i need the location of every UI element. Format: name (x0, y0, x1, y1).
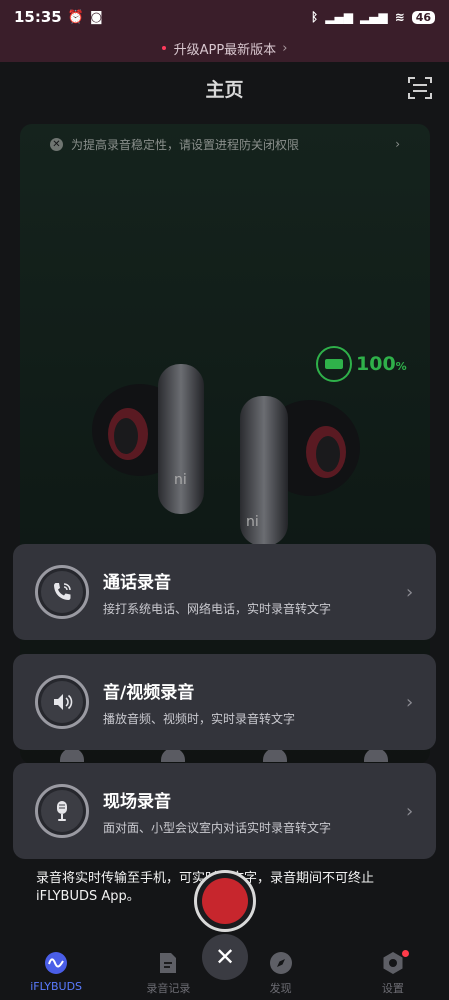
card-description: 面对面、小型会议室内对话实时录音转文字 (103, 820, 332, 835)
pause-icon (161, 748, 186, 762)
notification-dot (401, 950, 409, 957)
svg-text:ni: ni (246, 514, 259, 530)
close-button[interactable]: ✕ (202, 934, 248, 980)
upgrade-text: 升级APP最新版本 (173, 42, 277, 58)
call-recording-card[interactable]: 通话录音 接打系统电话、网络电话，实时录音转文字 › (13, 544, 436, 640)
card-description: 接打系统电话、网络电话，实时录音转文字 (103, 601, 332, 616)
wave-icon (43, 950, 69, 976)
media-recording-card[interactable]: 音/视频录音 播放音频、视频时，实时录音转文字 › (13, 654, 436, 750)
speaker-icon (54, 694, 73, 710)
bluetooth-icon: ᛒ (311, 10, 319, 24)
signal-icon: ▂▄▆ (325, 10, 353, 24)
location-icon (262, 748, 287, 762)
card-icon-frame (35, 675, 89, 729)
device-controls-behind (34, 748, 414, 762)
svg-text:ni: ni (174, 472, 187, 488)
tab-label: 录音记录 (146, 982, 191, 995)
card-title: 音/视频录音 (103, 682, 195, 703)
chevron-right-icon: › (395, 137, 400, 151)
page-header: 主页 (0, 62, 449, 114)
card-description: 播放音频、视频时，实时录音转文字 (103, 711, 296, 726)
tab-label: 设置 (381, 982, 404, 995)
record-button[interactable] (194, 870, 256, 932)
battery-level: 46 (411, 10, 435, 24)
compass-icon (268, 950, 294, 976)
tab-label: iFLYBUDS (30, 980, 83, 993)
permission-notice[interactable]: ✕ 为提高录音稳定性，请设置进程防关闭权限 › (20, 130, 430, 158)
status-bar: 15:35 ⏰ ◙ ᛒ ▂▄▆ ▂▄▆ ≋ 46 (0, 0, 449, 34)
more-icon (363, 748, 388, 762)
upgrade-dot (161, 46, 166, 50)
scan-icon[interactable] (407, 75, 433, 101)
tab-iflybuds[interactable]: iFLYBUDS (0, 944, 112, 1000)
page-title: 主页 (205, 78, 244, 101)
upgrade-banner[interactable]: 升级APP最新版本 › (0, 34, 449, 62)
status-time: 15:35 (14, 8, 62, 26)
close-icon[interactable]: ✕ (50, 137, 63, 151)
live-recording-card[interactable]: 现场录音 面对面、小型会议室内对话实时录音转文字 › (13, 763, 436, 859)
card-title: 通话录音 (103, 572, 171, 593)
tab-label: 发现 (269, 982, 292, 995)
document-icon (155, 950, 181, 976)
record-icon (202, 878, 248, 924)
notice-text: 为提高录音稳定性，请设置进程防关闭权限 (71, 137, 300, 152)
card-title: 现场录音 (103, 791, 171, 812)
card-icon-frame (35, 565, 89, 619)
tab-settings[interactable]: 设置 (337, 944, 449, 1000)
card-icon-frame (35, 784, 89, 838)
bluetooth-icon (60, 748, 84, 762)
app-notification-icon: ◙ (89, 9, 103, 25)
close-icon: ✕ (214, 943, 236, 971)
microphone-icon (57, 801, 67, 821)
chevron-right-icon: › (406, 581, 414, 603)
earbuds-image: ni ni (92, 364, 360, 546)
phone-icon (54, 583, 71, 600)
chevron-right-icon: › (406, 800, 414, 822)
chevron-right-icon: › (406, 691, 414, 713)
chevron-right-icon: › (282, 40, 288, 56)
alarm-icon: ⏰ (67, 9, 84, 25)
wifi-icon: ≋ (394, 10, 405, 24)
signal-icon-2: ▂▄▆ (359, 10, 388, 24)
